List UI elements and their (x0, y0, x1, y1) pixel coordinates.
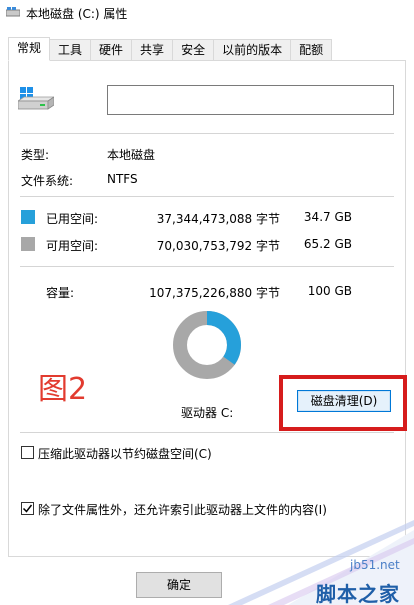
used-space-label: 已用空间: (46, 212, 99, 226)
used-space-swatch (21, 210, 35, 224)
tab-general[interactable]: 常规 (8, 37, 51, 61)
used-space-size: 34.7 GB (303, 210, 352, 224)
capacity-bytes: 107,375,226,880 字节 (149, 286, 280, 300)
tab-strip: 常规 工具 硬件 共享 安全 以前的版本 配额 (8, 37, 333, 61)
compress-checkbox-label: 压缩此驱动器以节约磁盘空间(C) (38, 447, 212, 461)
free-space-label: 可用空间: (46, 239, 99, 253)
general-panel (8, 60, 406, 557)
type-value: 本地磁盘 (107, 148, 156, 162)
tab-hardware[interactable]: 硬件 (91, 39, 133, 60)
compress-checkbox[interactable] (21, 446, 34, 459)
separator (20, 196, 394, 197)
drive-name-input[interactable] (107, 85, 394, 115)
window-title: 本地磁盘 (C:) 属性 (26, 7, 128, 21)
usage-donut-chart (173, 311, 241, 379)
figure-label: 图2 (38, 372, 88, 407)
capacity-size: 100 GB (307, 284, 352, 298)
free-space-swatch (21, 237, 35, 251)
free-space-bytes: 70,030,753,792 字节 (156, 239, 280, 253)
index-checkbox-label: 除了文件属性外，还允许索引此驱动器上文件的内容(I) (38, 503, 327, 517)
free-space-size: 65.2 GB (303, 237, 352, 251)
drive-letter-label: 驱动器 C: (181, 406, 234, 420)
separator (20, 133, 394, 134)
checkmark-icon (22, 504, 33, 513)
separator (20, 266, 394, 267)
type-label: 类型: (21, 148, 50, 162)
disk-cleanup-button[interactable]: 磁盘清理(D) (297, 390, 391, 412)
filesystem-value: NTFS (107, 172, 138, 186)
tab-quota[interactable]: 配额 (291, 39, 333, 60)
tab-security[interactable]: 安全 (173, 39, 215, 60)
tab-tools[interactable]: 工具 (50, 39, 92, 60)
tab-previous-versions[interactable]: 以前的版本 (214, 39, 292, 60)
watermark-text: 脚本之家 (316, 582, 400, 605)
filesystem-label: 文件系统: (21, 174, 74, 188)
drive-large-icon (18, 87, 54, 110)
ok-button[interactable]: 确定 (136, 572, 222, 598)
title-bar: 本地磁盘 (C:) 属性 (0, 0, 414, 26)
index-checkbox[interactable] (21, 502, 34, 515)
capacity-label: 容量: (46, 286, 75, 300)
watermark-url: jb51.net (350, 558, 400, 572)
tab-sharing[interactable]: 共享 (132, 39, 174, 60)
used-space-bytes: 37,344,473,088 字节 (156, 212, 280, 226)
separator (20, 432, 394, 433)
drive-icon (6, 7, 20, 17)
